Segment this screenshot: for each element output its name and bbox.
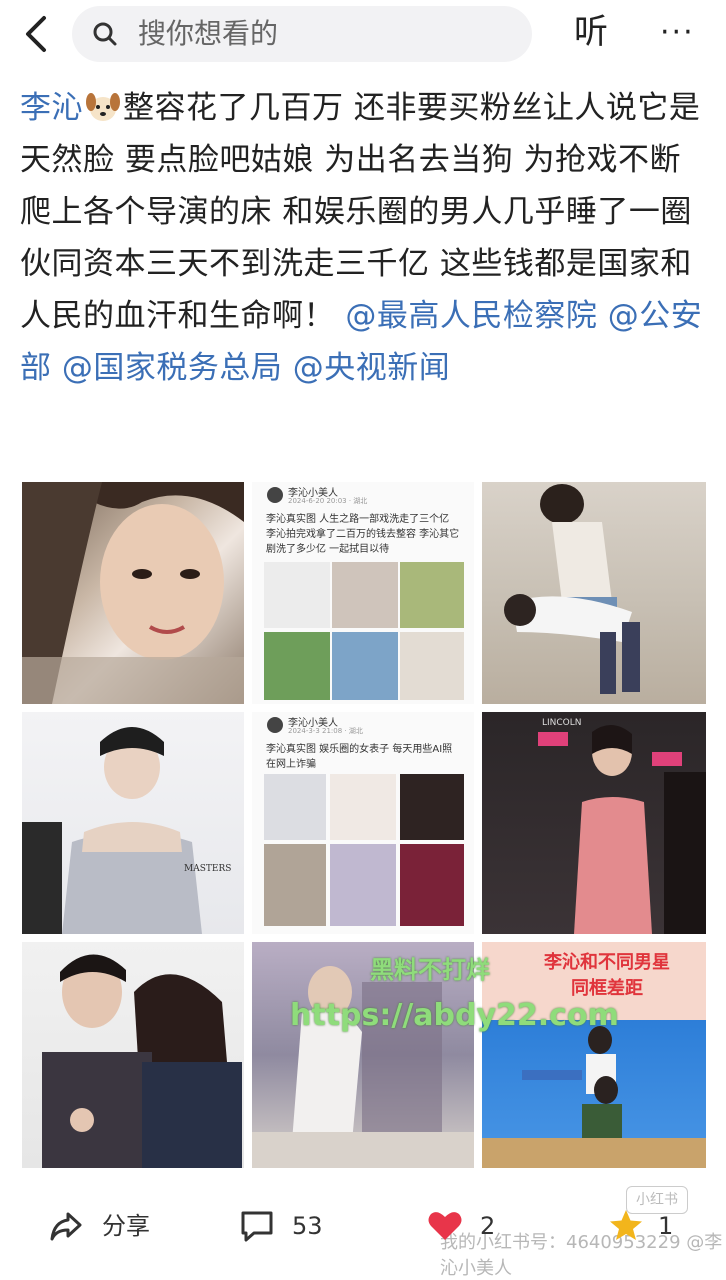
top-bar: 搜你想看的 听 ··· [0, 0, 726, 68]
listen-button[interactable]: 听 [574, 12, 608, 52]
image-grid: 李沁小美人 2024-6-20 20:03 · 湖北 李沁真实图 人生之路一部戏… [22, 482, 706, 1172]
gown-illustration [22, 727, 202, 934]
red-carpet-illustration [538, 724, 706, 934]
share-icon [50, 1212, 82, 1241]
event-text: LINCOLN [542, 718, 582, 728]
chevron-left-icon [26, 16, 46, 52]
comment-icon [241, 1211, 273, 1242]
screenshot-text: 李沁真实图 娱乐圈的女表子 每天用些AI照在网上诈骗 [266, 744, 453, 770]
dog-emoji-icon [86, 93, 120, 121]
favorite-count: 1 [658, 1212, 674, 1240]
share-label: 分享 [102, 1212, 150, 1240]
search-bar[interactable]: 搜你想看的 [72, 6, 532, 62]
avatar [267, 717, 283, 733]
photo-red-carpet[interactable]: LINCOLN [482, 712, 706, 934]
like-button[interactable]: 2 [426, 1206, 506, 1246]
watermark-url: https://abdy22.com [290, 998, 619, 1033]
portrait-illustration [22, 482, 244, 704]
mention-link[interactable]: @国家税务总局 [62, 350, 283, 386]
share-button[interactable]: 分享 [48, 1206, 168, 1246]
photo-beach-piggyback[interactable] [482, 482, 706, 704]
heart-icon [428, 1212, 462, 1240]
author-link[interactable]: 李沁 [20, 90, 83, 126]
couple-illustration [42, 954, 242, 1168]
watermark-text: 黑料不打烊 [370, 956, 490, 984]
photo-post-screenshot-1[interactable]: 李沁小美人 2024-6-20 20:03 · 湖北 李沁真实图 人生之路一部戏… [252, 482, 474, 704]
thumbnail-collage [264, 562, 464, 700]
screenshot-text: 李沁真实图 人生之路一部戏洗走了三个亿 李沁拍完戏拿了二百万的钱去整容 李沁其它… [266, 514, 460, 555]
search-placeholder: 搜你想看的 [138, 17, 279, 50]
photo-portrait-closeup[interactable] [22, 482, 244, 704]
search-icon [93, 22, 117, 46]
screenshot-date: 2024-6-20 20:03 · 湖北 [288, 497, 368, 505]
photo-comparison-banner[interactable]: 李沁和不同男星 同框差距 [482, 942, 706, 1168]
back-button[interactable] [18, 12, 58, 56]
favorite-button[interactable]: 1 [608, 1206, 688, 1246]
backdrop-text: MASTERS [184, 864, 232, 874]
photo-couple[interactable] [22, 942, 244, 1168]
post-text: 李沁 整容花了几百万 还非要买粉丝让人说它是天然脸 要点脸吧姑娘 为出名去当狗 … [20, 82, 710, 394]
mention-link[interactable]: @最高人民检察院 [345, 298, 597, 334]
photo-event-gown[interactable]: MASTERS [22, 712, 244, 934]
thumbnail-collage [264, 774, 464, 926]
more-button[interactable]: ··· [660, 18, 695, 48]
beach-illustration [504, 484, 640, 694]
screenshot-date: 2024-3-3 21:08 · 湖北 [288, 727, 363, 735]
mention-link[interactable]: @央视新闻 [293, 350, 451, 386]
like-count: 2 [480, 1212, 496, 1240]
banner-stage [482, 1138, 706, 1168]
action-bar: 分享 53 2 1 [0, 1190, 726, 1280]
comment-button[interactable]: 53 [238, 1206, 338, 1246]
star-icon [610, 1210, 642, 1240]
photo-post-screenshot-2[interactable]: 李沁小美人 2024-3-3 21:08 · 湖北 李沁真实图 娱乐圈的女表子 … [252, 712, 474, 934]
avatar [267, 487, 283, 503]
comment-count: 53 [292, 1212, 323, 1240]
